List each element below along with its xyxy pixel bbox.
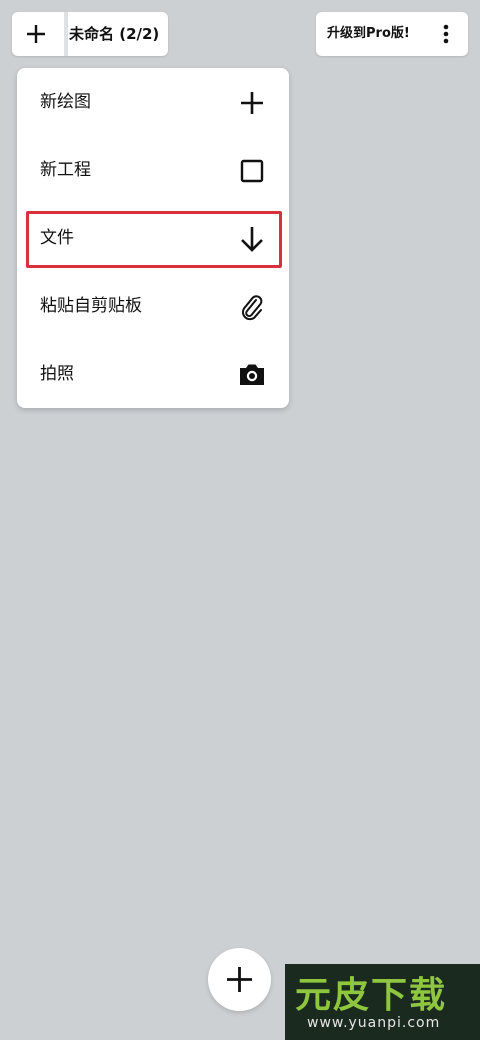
menu-item-paste-clipboard[interactable]: 粘贴自剪贴板 <box>17 272 289 340</box>
watermark: 元皮下载 www.yuanpi.com <box>285 964 480 1040</box>
square-icon <box>240 159 264 183</box>
add-fab-button[interactable] <box>208 948 271 1011</box>
toolbar-divider <box>64 12 68 56</box>
menu-item-file[interactable]: 文件 <box>17 204 289 272</box>
document-title[interactable]: 未命名 (2/2) <box>69 12 159 56</box>
plus-icon <box>227 967 252 992</box>
watermark-logo: 元皮下载 <box>295 975 448 1016</box>
menu-item-label: 拍照 <box>40 364 74 384</box>
document-toolbar: 未命名 (2/2) <box>12 12 168 56</box>
new-menu: 新绘图 新工程 文件 粘贴自剪贴板 拍照 <box>17 68 289 408</box>
upgrade-bar: 升级到Pro版! <box>316 12 468 56</box>
menu-item-label: 新绘图 <box>40 92 91 112</box>
menu-item-new-drawing[interactable]: 新绘图 <box>17 68 289 136</box>
plus-icon <box>27 25 45 43</box>
upgrade-button[interactable]: 升级到Pro版! <box>327 12 410 56</box>
menu-item-label: 文件 <box>40 228 74 248</box>
paperclip-icon <box>241 295 263 321</box>
arrow-down-icon <box>241 227 263 252</box>
plus-icon <box>241 92 263 114</box>
more-vertical-icon <box>443 24 449 44</box>
menu-item-label: 粘贴自剪贴板 <box>40 296 142 316</box>
new-button[interactable] <box>22 20 50 48</box>
camera-icon <box>240 364 264 385</box>
menu-item-label: 新工程 <box>40 160 91 180</box>
watermark-url: www.yuanpi.com <box>307 1015 441 1031</box>
more-button[interactable] <box>436 23 456 45</box>
menu-item-take-photo[interactable]: 拍照 <box>17 340 289 408</box>
menu-item-new-project[interactable]: 新工程 <box>17 136 289 204</box>
